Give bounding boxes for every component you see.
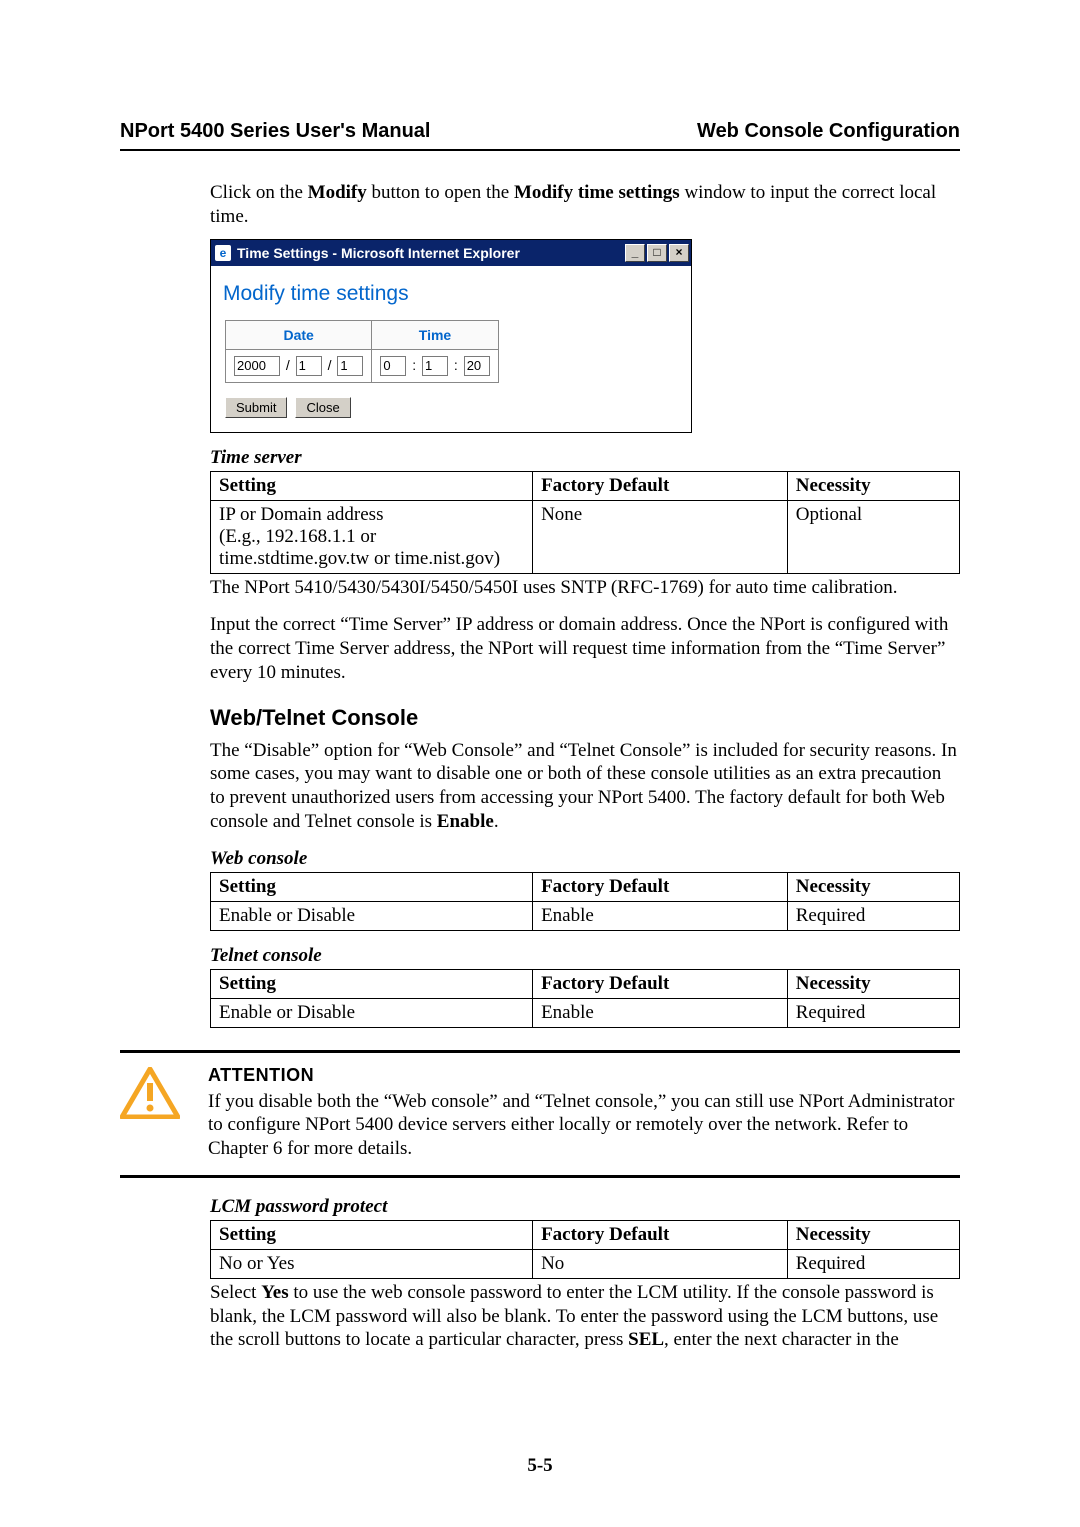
month-input[interactable] <box>296 356 322 376</box>
tc-default: Enable <box>533 998 788 1027</box>
tc-th-default: Factory Default <box>533 969 788 998</box>
header-left: NPort 5400 Series User's Manual <box>120 120 430 143</box>
tc-th-necessity: Necessity <box>787 969 959 998</box>
time-cell: : : <box>372 349 498 382</box>
wc-setting: Enable or Disable <box>211 901 533 930</box>
minimize-button[interactable]: _ <box>625 244 645 262</box>
th-setting: Setting <box>211 471 533 500</box>
wc-default: Enable <box>533 901 788 930</box>
dialog-titlebar: e Time Settings - Microsoft Internet Exp… <box>211 240 691 266</box>
ie-icon: e <box>215 245 231 261</box>
time-header: Time <box>372 320 498 349</box>
time-server-caption: Time server <box>210 447 960 469</box>
tc-th-setting: Setting <box>211 969 533 998</box>
ts-setting: IP or Domain address (E.g., 192.168.1.1 … <box>211 500 533 573</box>
date-header: Date <box>226 320 372 349</box>
day-input[interactable] <box>337 356 363 376</box>
page-header: NPort 5400 Series User's Manual Web Cons… <box>120 120 960 143</box>
web-console-caption: Web console <box>210 848 960 870</box>
second-input[interactable] <box>464 356 490 376</box>
header-right: Web Console Configuration <box>697 120 960 143</box>
telnet-console-table: Setting Factory Default Necessity Enable… <box>210 969 960 1028</box>
lcm-th-necessity: Necessity <box>787 1220 959 1249</box>
ts-default: None <box>533 500 788 573</box>
web-telnet-para: The “Disable” option for “Web Console” a… <box>210 739 960 834</box>
tc-setting: Enable or Disable <box>211 998 533 1027</box>
lcm-necessity: Required <box>787 1249 959 1278</box>
date-time-table: Date Time / / : <box>225 320 499 383</box>
telnet-console-caption: Telnet console <box>210 945 960 967</box>
maximize-button[interactable]: □ <box>647 244 667 262</box>
hour-input[interactable] <box>380 356 406 376</box>
lcm-default: No <box>533 1249 788 1278</box>
lcm-setting: No or Yes <box>211 1249 533 1278</box>
time-server-table: Setting Factory Default Necessity IP or … <box>210 471 960 574</box>
time-server-para: Input the correct “Time Server” IP addre… <box>210 613 960 684</box>
attention-title: ATTENTION <box>208 1065 960 1086</box>
page-number: 5-5 <box>0 1455 1080 1477</box>
intro-paragraph: Click on the Modify button to open the M… <box>210 181 960 229</box>
th-necessity: Necessity <box>787 471 959 500</box>
date-cell: / / <box>226 349 372 382</box>
dialog-window-title: Time Settings - Microsoft Internet Explo… <box>237 245 625 261</box>
wc-th-necessity: Necessity <box>787 872 959 901</box>
date-sep-1: / <box>284 357 292 373</box>
lcm-th-default: Factory Default <box>533 1220 788 1249</box>
attention-block: ATTENTION If you disable both the “Web c… <box>120 1050 960 1178</box>
th-default: Factory Default <box>533 471 788 500</box>
time-sep-1: : <box>410 357 418 373</box>
ts-necessity: Optional <box>787 500 959 573</box>
time-sep-2: : <box>452 357 460 373</box>
lcm-note: Select Yes to use the web console passwo… <box>210 1281 960 1352</box>
lcm-caption: LCM password protect <box>210 1196 960 1218</box>
wc-necessity: Required <box>787 901 959 930</box>
tc-necessity: Required <box>787 998 959 1027</box>
minute-input[interactable] <box>422 356 448 376</box>
close-button[interactable]: Close <box>295 397 350 418</box>
header-rule <box>120 149 960 151</box>
web-console-table: Setting Factory Default Necessity Enable… <box>210 872 960 931</box>
wc-th-default: Factory Default <box>533 872 788 901</box>
submit-button[interactable]: Submit <box>225 397 287 418</box>
attention-body: If you disable both the “Web console” an… <box>208 1090 960 1161</box>
lcm-th-setting: Setting <box>211 1220 533 1249</box>
year-input[interactable] <box>234 356 280 376</box>
close-window-button[interactable]: × <box>669 244 689 262</box>
warning-icon <box>120 1065 192 1161</box>
lcm-table: Setting Factory Default Necessity No or … <box>210 1220 960 1279</box>
web-telnet-heading: Web/Telnet Console <box>210 705 960 731</box>
dialog-title: Modify time settings <box>223 282 681 306</box>
date-sep-2: / <box>326 357 334 373</box>
time-settings-dialog: e Time Settings - Microsoft Internet Exp… <box>210 239 692 433</box>
wc-th-setting: Setting <box>211 872 533 901</box>
time-server-note: The NPort 5410/5430/5430I/5450/5450I use… <box>210 576 960 600</box>
